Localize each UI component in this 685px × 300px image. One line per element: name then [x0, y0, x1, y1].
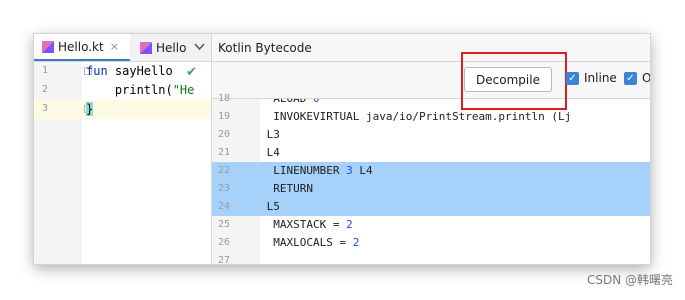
numeric-literal: 2 [346, 218, 353, 231]
numeric-literal: 0 [313, 99, 320, 105]
line-number-text: 3 [42, 103, 49, 114]
bytecode-line-number: 27 [212, 252, 260, 264]
optimization-label: O [642, 71, 650, 85]
line-number-text: 18 [218, 93, 231, 104]
code-line[interactable]: } [82, 100, 211, 119]
code-token: println( [86, 83, 173, 97]
bytecode-line[interactable]: MAXSTACK = 2 [260, 216, 650, 234]
bytecode-line[interactable] [260, 252, 650, 264]
kotlin-file-icon [140, 41, 152, 54]
inline-checkbox[interactable]: ✓ [566, 72, 579, 85]
bytecode-line-number: 25 [212, 216, 260, 234]
optimization-checkbox[interactable]: ✓ [624, 72, 637, 85]
code-line[interactable]: println("He [82, 81, 211, 100]
bytecode-viewer[interactable]: ALOAD 0 INVOKEVIRTUAL java/io/PrintStrea… [260, 99, 650, 264]
numeric-literal: 2 [352, 236, 360, 249]
bytecode-line-number: 19 [212, 108, 260, 126]
line-number-text: 24 [218, 201, 231, 212]
line-number-gutter: 1 2 3 [34, 62, 82, 264]
bytecode-line-number: 23 [212, 180, 260, 198]
check-icon[interactable]: ✔ [186, 65, 197, 80]
line-number: 2 [34, 81, 82, 100]
line-number-text: 2 [42, 84, 49, 95]
bytecode-line-number: 24 [212, 198, 260, 216]
bytecode-title-bar: Kotlin Bytecode [212, 34, 650, 62]
line-number-text: 19 [218, 111, 231, 122]
code-token: } [86, 102, 94, 116]
line-number-text: 26 [218, 237, 231, 248]
code-token: sayHello [114, 64, 180, 78]
bytecode-pane: Kotlin Bytecode Decompile ✓ Inline ✓ O 1… [212, 34, 650, 264]
line-number-text: 23 [218, 183, 231, 194]
line-number-text: 27 [218, 255, 231, 264]
bytecode-line[interactable]: LINENUMBER 3 L4 [260, 162, 650, 180]
line-number: 3 [34, 100, 82, 119]
kotlin-file-icon [42, 40, 54, 53]
code-token: fun [86, 64, 115, 78]
ide-window: Hello.kt × Hello 123 } println("He fun sa… [34, 34, 650, 264]
bytecode-line-number: 26 [212, 234, 260, 252]
bytecode-line[interactable]: MAXLOCALS = 2 [260, 234, 650, 252]
line-number: 1 [34, 62, 82, 81]
watermark: CSDN @韩曙亮 [586, 273, 673, 287]
bytecode-line[interactable]: L5 [260, 198, 650, 216]
tab-hello-class[interactable]: Hello [132, 34, 194, 61]
editor-pane: Hello.kt × Hello 1 2 3 } println("He fun sa… [34, 34, 212, 264]
bytecode-line-number: 21 [212, 144, 260, 162]
code-token: "He [172, 83, 195, 97]
numeric-literal: 3 [346, 164, 353, 177]
bytecode-title: Kotlin Bytecode [218, 41, 312, 55]
bytecode-gutter: 18 19 20 21 22 23 24 25 26 27 [212, 93, 260, 264]
bytecode-line[interactable]: INVOKEVIRTUAL java/io/PrintStream.printl… [260, 108, 650, 126]
bytecode-line-number: 20 [212, 126, 260, 144]
bytecode-line[interactable]: L3 [260, 126, 650, 144]
line-number-text: 1 [42, 65, 49, 76]
bytecode-line[interactable]: L4 [260, 144, 650, 162]
bytecode-toolbar: Decompile ✓ Inline ✓ O [212, 52, 650, 110]
close-icon[interactable]: × [110, 40, 119, 53]
tab-label: Hello [156, 40, 187, 55]
chevron-down-icon[interactable] [194, 41, 205, 52]
editor-tab-bar: Hello.kt × Hello [34, 34, 211, 62]
line-number-text: 22 [218, 165, 231, 176]
bytecode-line[interactable]: RETURN [260, 180, 650, 198]
bytecode-line-number: 18 [212, 90, 260, 108]
inline-label: Inline [584, 71, 617, 85]
line-number-text: 21 [218, 147, 231, 158]
code-editor[interactable]: } println("He fun sayHello ✔ [82, 62, 211, 264]
tab-hello-kt[interactable]: Hello.kt × [34, 34, 130, 61]
bytecode-line-number: 22 [212, 162, 260, 180]
bytecode-line[interactable]: ALOAD 0 [260, 99, 650, 108]
tab-label: Hello.kt [58, 39, 104, 54]
line-number-text: 20 [218, 129, 231, 140]
line-number-text: 25 [218, 219, 231, 230]
